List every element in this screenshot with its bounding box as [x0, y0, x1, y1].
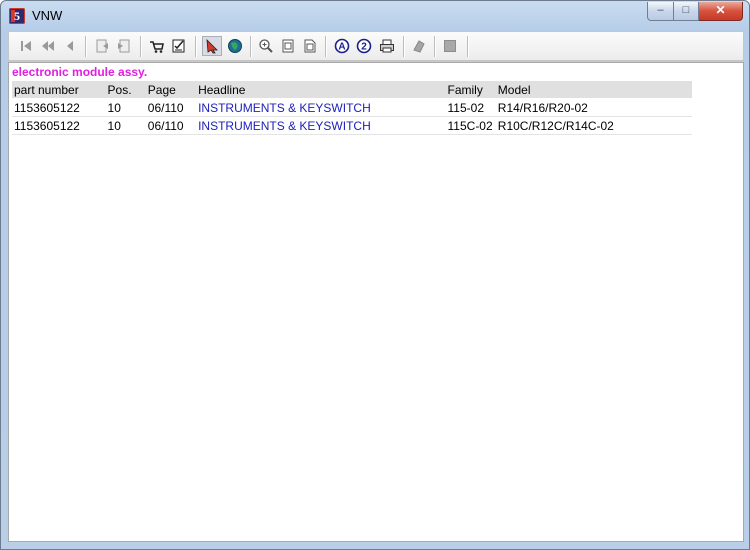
close-button[interactable]: ✕ [699, 2, 743, 21]
group-title: electronic module assy. [12, 65, 148, 79]
previous-page-icon[interactable] [39, 37, 57, 55]
toolbar-separator [250, 36, 252, 57]
search-a-icon[interactable]: A [333, 37, 351, 55]
toolbar: A 2 [8, 31, 744, 61]
toolbar-separator [434, 36, 436, 57]
checklist-icon[interactable] [170, 37, 188, 55]
toolbar-separator [403, 36, 405, 57]
previous-icon[interactable] [61, 37, 79, 55]
title-bar[interactable]: 5 VNW – □ ✕ [1, 1, 750, 31]
back-doc-icon[interactable] [93, 37, 111, 55]
column-header-part-number[interactable]: part number [12, 81, 106, 99]
maximize-button[interactable]: □ [674, 2, 699, 21]
page-cell: 06/110 [145, 116, 197, 135]
family-cell: 115-02 [445, 98, 496, 117]
part-number-cell: 1153605122 [12, 98, 106, 117]
toolbar-separator [325, 36, 327, 57]
page-fold-icon[interactable] [301, 37, 319, 55]
column-header-page[interactable]: Page [145, 81, 197, 99]
results-table: part number Pos. Page Headline Family Mo… [12, 81, 692, 135]
headline-link[interactable]: INSTRUMENTS & KEYSWITCH [196, 116, 446, 135]
table-header-row: part number Pos. Page Headline Family Mo… [12, 81, 692, 99]
print-icon[interactable] [378, 37, 396, 55]
toolbar-separator [195, 36, 197, 57]
column-header-headline[interactable]: Headline [196, 81, 446, 99]
stop-icon[interactable] [441, 37, 459, 55]
pointer-icon[interactable] [202, 36, 222, 56]
globe-icon[interactable] [226, 37, 244, 55]
toolbar-separator [467, 36, 469, 57]
toolbar-separator [140, 36, 142, 57]
pos-cell: 10 [105, 116, 146, 135]
table-row[interactable]: 1153605122 10 06/110 INSTRUMENTS & KEYSW… [12, 116, 692, 135]
column-header-family[interactable]: Family [445, 81, 496, 99]
page-icon[interactable] [279, 37, 297, 55]
zoom-icon[interactable] [257, 37, 275, 55]
headline-link[interactable]: INSTRUMENTS & KEYSWITCH [196, 98, 446, 117]
family-cell: 115C-02 [445, 116, 496, 135]
window-controls: – □ ✕ [647, 2, 743, 21]
forward-doc-icon[interactable] [115, 37, 133, 55]
search-2-icon[interactable]: 2 [355, 37, 373, 55]
minimize-button[interactable]: – [647, 2, 674, 21]
pos-cell: 10 [105, 98, 146, 117]
column-header-model[interactable]: Model [495, 81, 692, 99]
table-row[interactable]: 1153605122 10 06/110 INSTRUMENTS & KEYSW… [12, 98, 692, 117]
model-cell: R14/R16/R20-02 [495, 98, 692, 117]
toolbar-separator [85, 36, 87, 57]
part-number-cell: 1153605122 [12, 116, 106, 135]
column-header-pos[interactable]: Pos. [105, 81, 146, 99]
app-window: 5 VNW – □ ✕ A 2 electronic module assy. … [0, 0, 750, 550]
window-title: VNW [32, 8, 63, 23]
svg-text:A: A [338, 42, 345, 53]
svg-text:2: 2 [361, 42, 367, 53]
cart-icon[interactable] [148, 37, 166, 55]
model-cell: R10C/R12C/R14C-02 [495, 116, 692, 135]
eraser-icon[interactable] [410, 37, 428, 55]
first-icon[interactable] [17, 37, 35, 55]
app-logo-icon[interactable]: 5 [9, 8, 25, 24]
results-pane: electronic module assy. part number Pos.… [8, 62, 744, 542]
page-cell: 06/110 [145, 98, 197, 117]
